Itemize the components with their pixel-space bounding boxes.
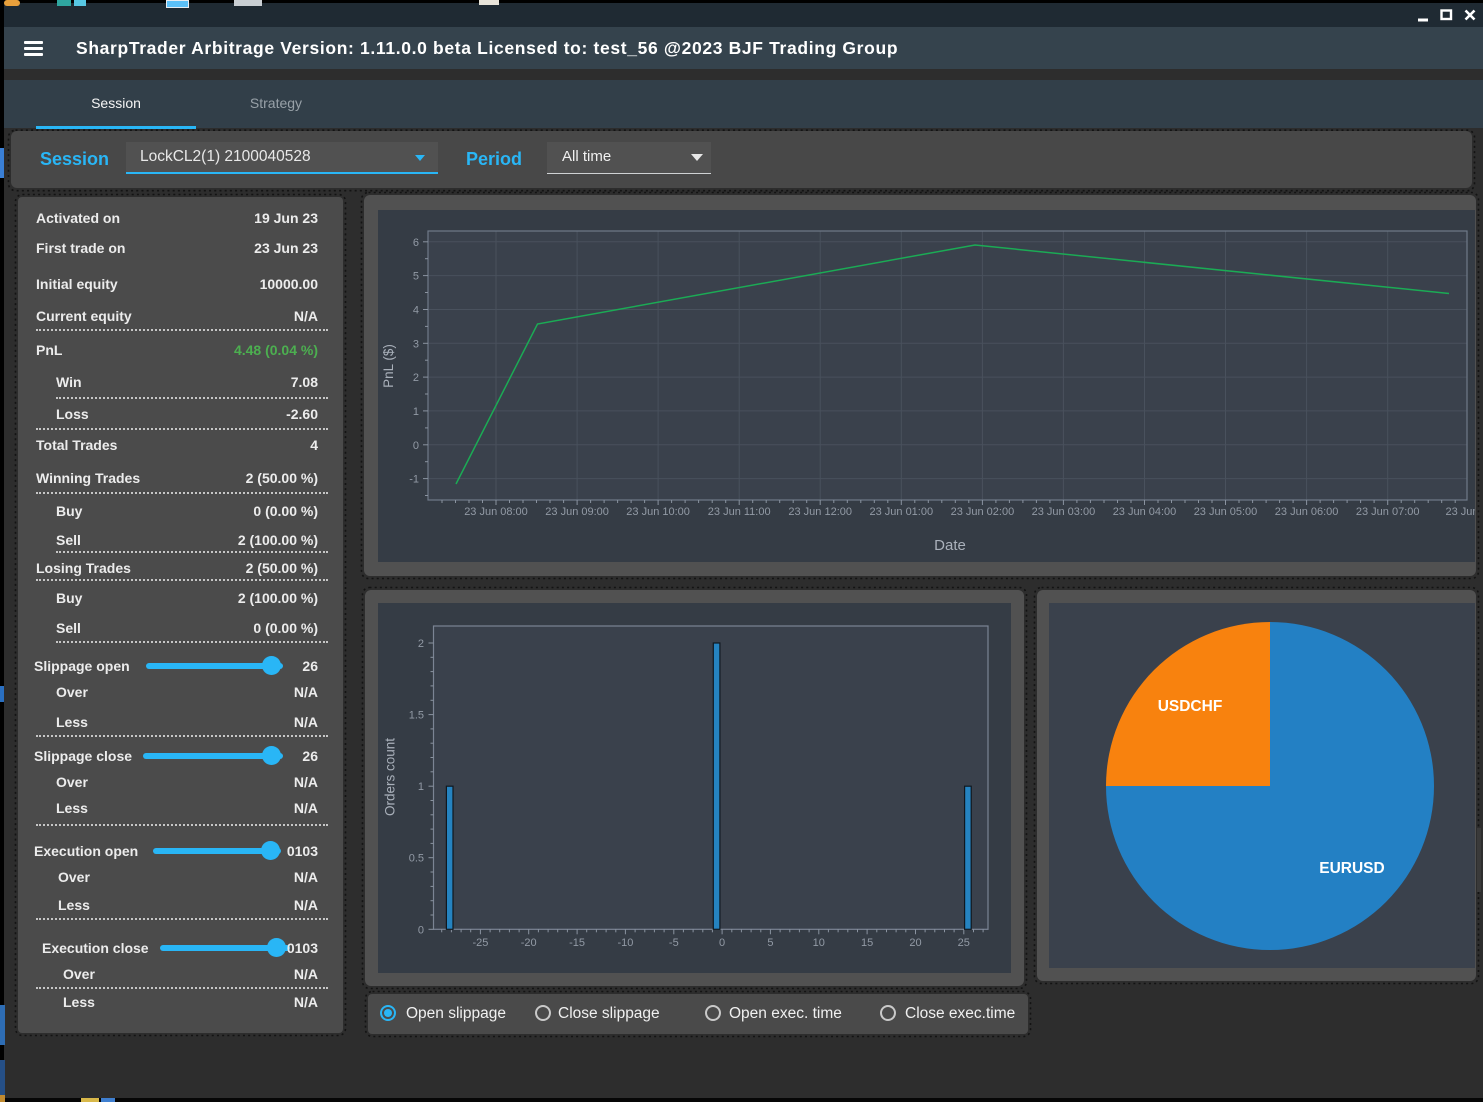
svg-text:23 Jun 07:00: 23 Jun 07:00	[1356, 506, 1420, 518]
svg-text:23 Jun 09:00: 23 Jun 09:00	[545, 506, 609, 518]
svg-text:-25: -25	[472, 937, 488, 949]
svg-text:23 Jun 11:00: 23 Jun 11:00	[708, 506, 771, 518]
svg-text:4: 4	[413, 305, 419, 317]
svg-text:23 Jun 01:00: 23 Jun 01:00	[869, 506, 933, 518]
svg-text:2: 2	[413, 372, 419, 384]
svg-text:23 Jun 08:00: 23 Jun 08:00	[464, 506, 528, 518]
svg-text:0: 0	[413, 440, 419, 452]
svg-text:EURUSD: EURUSD	[1319, 860, 1384, 877]
svg-text:-15: -15	[569, 937, 585, 949]
svg-text:23 Jun 10:00: 23 Jun 10:00	[626, 506, 690, 518]
svg-text:-20: -20	[521, 937, 537, 949]
svg-text:23 Jun 05:00: 23 Jun 05:00	[1194, 506, 1258, 518]
svg-text:2: 2	[418, 638, 424, 650]
svg-text:-10: -10	[617, 937, 633, 949]
svg-text:0.5: 0.5	[409, 853, 424, 865]
svg-text:1: 1	[418, 781, 424, 793]
svg-text:23 Jun 06:00: 23 Jun 06:00	[1275, 506, 1339, 518]
svg-text:10: 10	[813, 937, 825, 949]
svg-text:25: 25	[958, 937, 970, 949]
svg-text:Orders count: Orders count	[383, 738, 398, 816]
svg-text:20: 20	[909, 937, 921, 949]
svg-text:-1: -1	[409, 474, 419, 486]
svg-text:Date: Date	[934, 537, 966, 554]
svg-text:0: 0	[418, 924, 424, 936]
svg-text:1: 1	[413, 406, 419, 418]
svg-text:5: 5	[413, 271, 419, 283]
svg-text:23 Jun 04:00: 23 Jun 04:00	[1113, 506, 1177, 518]
svg-text:23 Jun 12:00: 23 Jun 12:00	[788, 506, 852, 518]
svg-text:3: 3	[413, 338, 419, 350]
svg-text:5: 5	[767, 937, 773, 949]
svg-text:1.5: 1.5	[409, 710, 424, 722]
svg-text:-5: -5	[669, 937, 679, 949]
svg-text:23 Jun 02:00: 23 Jun 02:00	[951, 506, 1015, 518]
svg-text:23 Jun 03:00: 23 Jun 03:00	[1032, 506, 1096, 518]
svg-text:15: 15	[861, 937, 873, 949]
svg-text:USDCHF: USDCHF	[1158, 698, 1223, 715]
svg-text:6: 6	[413, 237, 419, 249]
svg-text:23 Jun: 23 Jun	[1445, 506, 1475, 518]
svg-text:0: 0	[719, 937, 725, 949]
svg-text:PnL ($): PnL ($)	[381, 344, 396, 388]
